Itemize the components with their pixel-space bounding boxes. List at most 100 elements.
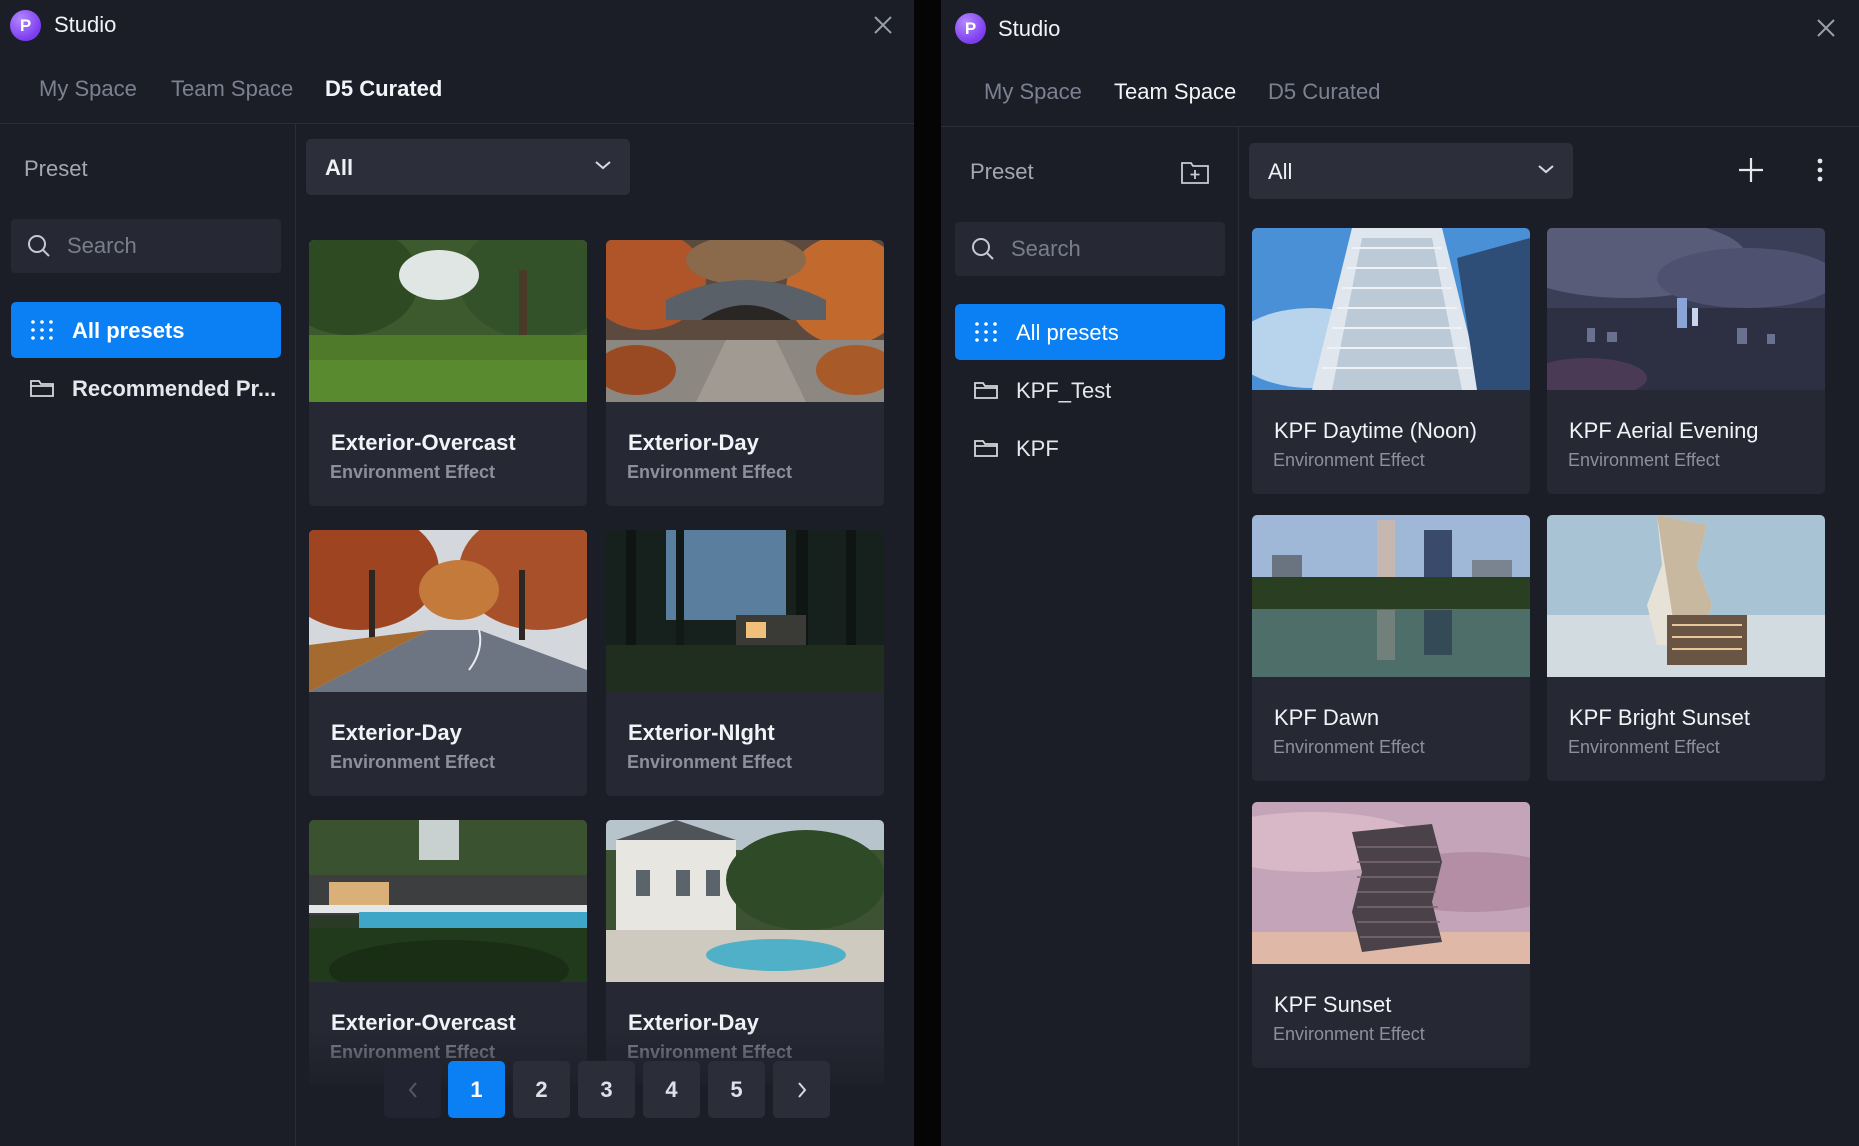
app-title: Studio <box>998 16 1061 41</box>
preset-thumbnail-forest-meadow <box>309 240 587 402</box>
preset-card[interactable]: Exterior-Overcast Environment Effect <box>309 240 587 506</box>
sidebar-item-all-presets[interactable]: All presets <box>955 304 1225 360</box>
prev-page-button[interactable] <box>384 1061 441 1118</box>
card-subtitle: Environment Effect <box>1273 450 1425 470</box>
folder-icon <box>30 380 54 397</box>
card-title: KPF Bright Sunset <box>1569 705 1750 730</box>
preset-card[interactable]: Exterior-Day Environment Effect <box>606 820 884 1086</box>
card-subtitle: Environment Effect <box>1568 737 1720 757</box>
titlebar: P Studio <box>0 0 914 52</box>
preset-card[interactable]: KPF Bright Sunset Environment Effect <box>1547 515 1825 781</box>
sidebar-item-label: KPF <box>1016 436 1059 461</box>
card-subtitle: Environment Effect <box>627 752 793 772</box>
sidebar-item-recommended[interactable]: Recommended Pr... <box>11 360 281 416</box>
preset-card[interactable]: KPF Aerial Evening Environment Effect <box>1547 228 1825 494</box>
preset-card[interactable]: Exterior-Day Environment Effect <box>606 240 884 506</box>
preset-sidebar: Preset All presets KPF_Test KPF <box>941 127 1239 1146</box>
page-button-5[interactable]: 5 <box>708 1061 765 1118</box>
sidebar-item-label: All presets <box>72 318 185 343</box>
preset-card[interactable]: KPF Daytime (Noon) Environment Effect <box>1252 228 1530 494</box>
search-icon <box>28 235 50 257</box>
search-box[interactable] <box>11 219 281 273</box>
preset-thumbnail-autumn-road <box>309 530 587 692</box>
card-subtitle: Environment Effect <box>1273 1024 1425 1044</box>
tab-my-space[interactable]: My Space <box>984 79 1082 105</box>
preset-card[interactable]: Exterior-NIght Environment Effect <box>606 530 884 796</box>
preset-card[interactable]: Exterior-Overcast Environment Effect <box>309 820 587 1086</box>
chevron-left-icon <box>408 1081 417 1098</box>
card-subtitle: Environment Effect <box>330 752 496 772</box>
card-title: Exterior-Day <box>628 1010 759 1035</box>
card-title: KPF Aerial Evening <box>1569 418 1759 443</box>
preset-card[interactable]: Exterior-Day Environment Effect <box>309 530 587 796</box>
tab-d5-curated[interactable]: D5 Curated <box>1268 79 1381 105</box>
preset-card[interactable]: KPF Dawn Environment Effect <box>1252 515 1530 781</box>
card-subtitle: Environment Effect <box>330 1042 496 1062</box>
search-icon <box>972 238 994 260</box>
grid-dots-icon <box>31 320 53 340</box>
tab-team-space[interactable]: Team Space <box>1114 79 1236 105</box>
studio-panel-curated: P Studio My Space Team Space D5 Curated … <box>0 0 914 1146</box>
search-input[interactable] <box>67 219 267 273</box>
card-title: KPF Sunset <box>1274 992 1392 1017</box>
search-input[interactable] <box>1011 222 1211 276</box>
app-title: Studio <box>54 12 117 37</box>
space-tabs: My Space Team Space D5 Curated <box>0 52 914 124</box>
preset-thumbnail-dawn-lake <box>1252 515 1530 677</box>
card-title: Exterior-Day <box>331 720 462 745</box>
preset-card[interactable]: KPF Sunset Environment Effect <box>1252 802 1530 1068</box>
close-icon[interactable] <box>1813 15 1839 41</box>
chevron-down-icon <box>1538 165 1554 174</box>
page-button-1[interactable]: 1 <box>448 1061 505 1118</box>
sidebar-item-label: All presets <box>1016 320 1119 345</box>
sidebar-item-label: KPF_Test <box>1016 378 1112 403</box>
tab-my-space[interactable]: My Space <box>39 76 137 102</box>
preset-thumbnail-villa-pool <box>606 820 884 982</box>
tab-team-space[interactable]: Team Space <box>171 76 293 102</box>
card-subtitle: Environment Effect <box>627 462 793 482</box>
studio-panel-team: P Studio My Space Team Space D5 Curated … <box>941 0 1859 1146</box>
category-filter-dropdown[interactable]: All <box>306 139 630 195</box>
preset-thumbnail-night-house <box>606 530 884 692</box>
sidebar-item-label: Recommended Pr... <box>72 376 277 401</box>
chevron-right-icon <box>797 1081 806 1098</box>
page-button-3[interactable]: 3 <box>578 1061 635 1118</box>
preset-sidebar: Preset All presets Recommended Pr... <box>0 124 296 1146</box>
category-filter-dropdown[interactable]: All <box>1249 143 1573 199</box>
next-page-button[interactable] <box>773 1061 830 1118</box>
close-icon[interactable] <box>870 12 896 38</box>
sidebar-item-kpf[interactable]: KPF <box>955 420 1225 476</box>
card-title: KPF Daytime (Noon) <box>1274 418 1477 443</box>
folder-icon <box>974 382 998 399</box>
card-subtitle: Environment Effect <box>1568 450 1720 470</box>
chevron-down-icon <box>595 161 611 170</box>
preset-thumbnail-tower-noon <box>1252 228 1530 390</box>
logo-letter: P <box>964 18 977 38</box>
scroll-fade <box>1240 1056 1859 1146</box>
preset-thumbnail-sunset-tower <box>1252 802 1530 964</box>
page-button-2[interactable]: 2 <box>513 1061 570 1118</box>
space-tabs: My Space Team Space D5 Curated <box>941 55 1859 127</box>
card-title: Exterior-Day <box>628 430 759 455</box>
preset-label: Preset <box>970 159 1034 184</box>
more-vertical-icon[interactable] <box>1802 152 1838 188</box>
card-subtitle: Environment Effect <box>1273 737 1425 757</box>
page-button-4[interactable]: 4 <box>643 1061 700 1118</box>
card-subtitle: Environment Effect <box>330 462 496 482</box>
search-box[interactable] <box>955 222 1225 276</box>
card-title: Exterior-Overcast <box>331 430 516 455</box>
card-subtitle: Environment Effect <box>627 1042 793 1062</box>
logo-letter: P <box>19 15 32 35</box>
preset-thumbnail-autumn-bridge <box>606 240 884 402</box>
filter-value: All <box>1268 159 1293 184</box>
studio-logo: P <box>955 13 986 44</box>
card-title: KPF Dawn <box>1274 705 1380 730</box>
sidebar-item-all-presets[interactable]: All presets <box>11 302 281 358</box>
folder-icon <box>974 440 998 457</box>
filter-value: All <box>325 155 354 180</box>
grid-dots-icon <box>975 322 997 342</box>
sidebar-item-kpf-test[interactable]: KPF_Test <box>955 362 1225 418</box>
tab-d5-curated[interactable]: D5 Curated <box>325 76 442 102</box>
add-icon[interactable] <box>1733 152 1769 188</box>
add-folder-icon[interactable] <box>1180 159 1210 185</box>
